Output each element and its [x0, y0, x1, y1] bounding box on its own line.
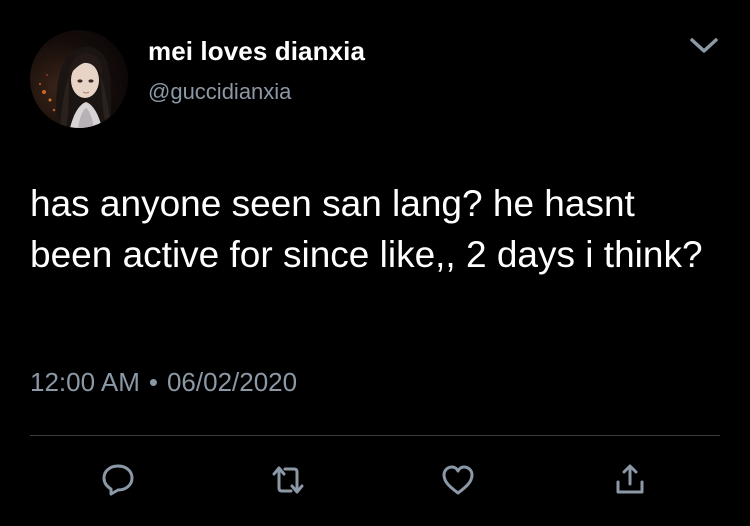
reply-icon — [102, 464, 134, 496]
like-button[interactable] — [436, 458, 480, 502]
heart-icon — [442, 465, 474, 495]
share-icon — [616, 464, 644, 494]
divider — [30, 435, 720, 436]
more-options-button[interactable] — [680, 28, 728, 64]
tweet-date: 06/02/2020 — [166, 367, 298, 397]
tweet-text: has anyone seen san lang? he hasnt been … — [30, 183, 703, 275]
tweet-time: 12:00 AM — [30, 367, 140, 397]
display-name[interactable]: mei loves dianxia — [148, 34, 365, 68]
share-button[interactable] — [608, 458, 652, 502]
meta-separator: • — [148, 367, 158, 397]
avatar-portrait-icon — [38, 46, 112, 128]
avatar[interactable] — [30, 30, 128, 128]
user-handle[interactable]: @guccidianxia — [148, 78, 291, 106]
reply-button[interactable] — [97, 458, 141, 502]
chevron-down-icon — [690, 38, 718, 53]
retweet-button[interactable] — [266, 458, 310, 502]
tweet-timestamp[interactable]: 12:00 AM • 06/02/2020 — [30, 362, 297, 402]
retweet-icon — [272, 466, 304, 494]
